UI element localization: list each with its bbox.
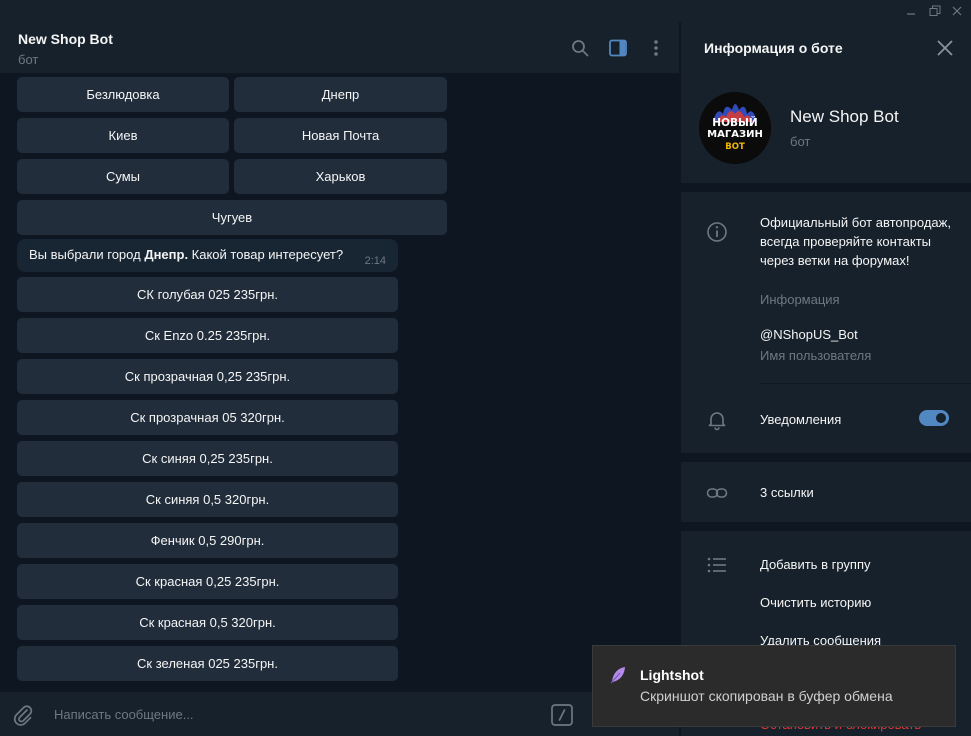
product-button[interactable]: Ск синяя 0,5 320грн. xyxy=(17,482,398,517)
message-text-suffix: Какой товар интересует? xyxy=(188,247,344,262)
chat-header[interactable]: New Shop Bot бот xyxy=(0,22,679,74)
bot-message: Вы выбрали город Днепр. Какой товар инте… xyxy=(17,239,398,272)
avatar-text-1: НОВЫЙ xyxy=(712,116,757,129)
city-button[interactable]: Чугуев xyxy=(17,200,447,235)
bot-username[interactable]: @NShopUS_Bot xyxy=(760,327,858,342)
section-divider xyxy=(681,522,971,531)
notifications-toggle[interactable] xyxy=(919,410,949,426)
bot-info-panel: Информация о боте НОВЫЙ МАГАЗИН BOT New … xyxy=(680,22,971,736)
toast-title: Lightshot xyxy=(640,667,704,683)
chat-status: бот xyxy=(18,52,39,67)
lightshot-notification[interactable]: Lightshot Скриншот скопирован в буфер об… xyxy=(592,645,956,727)
avatar-text-2: МАГАЗИН xyxy=(707,129,763,140)
product-button[interactable]: Фенчик 0,5 290грн. xyxy=(17,523,398,558)
product-button[interactable]: Ск синяя 0,25 235грн. xyxy=(17,441,398,476)
link-icon xyxy=(705,481,729,505)
bot-subtitle: бот xyxy=(790,134,811,149)
avatar[interactable]: НОВЫЙ МАГАЗИН BOT xyxy=(699,92,771,164)
bot-description: Официальный бот автопродаж, всегда прове… xyxy=(760,215,951,268)
list-icon xyxy=(705,553,729,577)
window-titlebar xyxy=(0,0,971,22)
feather-icon xyxy=(608,665,628,685)
section-divider xyxy=(681,453,971,462)
window-close-icon[interactable] xyxy=(943,0,971,22)
clear-history-button[interactable]: Очистить историю xyxy=(760,595,871,610)
attach-icon[interactable] xyxy=(11,703,35,727)
links-row[interactable]: 3 ссылки xyxy=(760,485,814,500)
bot-name: New Shop Bot xyxy=(790,107,899,126)
telegram-window: New Shop Bot бот Безлюдовка Днепр Киев Н… xyxy=(0,0,971,736)
city-button[interactable]: Безлюдовка xyxy=(17,77,229,112)
product-button[interactable]: Ск зеленая 025 235грн. xyxy=(17,646,398,681)
bot-commands-icon[interactable] xyxy=(551,704,573,726)
notifications-label: Уведомления xyxy=(760,412,842,427)
message-composer: Написать сообщение... xyxy=(0,691,679,736)
sidebar-toggle-icon[interactable] xyxy=(606,36,630,60)
city-button[interactable]: Киев xyxy=(17,118,229,153)
message-time: 2:14 xyxy=(364,255,386,267)
message-text-prefix: Вы выбрали город xyxy=(29,247,145,262)
city-button[interactable]: Харьков xyxy=(234,159,447,194)
bell-icon xyxy=(705,408,729,432)
chat-title: New Shop Bot xyxy=(18,31,113,47)
info-icon xyxy=(705,220,729,244)
product-button[interactable]: Ск прозрачная 0,25 235грн. xyxy=(17,359,398,394)
more-menu-icon[interactable] xyxy=(644,36,668,60)
product-button[interactable]: Ск красная 0,5 320грн. xyxy=(17,605,398,640)
product-button[interactable]: СК голубая 025 235грн. xyxy=(17,277,398,312)
description-label: Информация xyxy=(760,292,840,307)
toast-message: Скриншот скопирован в буфер обмена xyxy=(640,688,893,704)
message-city: Днепр. xyxy=(144,247,189,262)
message-input[interactable]: Написать сообщение... xyxy=(54,707,194,722)
city-button[interactable]: Днепр xyxy=(234,77,447,112)
message-list[interactable]: Безлюдовка Днепр Киев Новая Почта Сумы Х… xyxy=(0,74,679,691)
product-button[interactable]: Ск красная 0,25 235грн. xyxy=(17,564,398,599)
city-button[interactable]: Сумы xyxy=(17,159,229,194)
product-button[interactable]: Ск прозрачная 05 320грн. xyxy=(17,400,398,435)
row-divider xyxy=(760,383,971,384)
product-button[interactable]: Ск Enzo 0.25 235грн. xyxy=(17,318,398,353)
add-to-group-button[interactable]: Добавить в группу xyxy=(760,557,871,572)
panel-title: Информация о боте xyxy=(704,40,843,56)
username-label: Имя пользователя xyxy=(760,348,872,363)
search-icon[interactable] xyxy=(568,36,592,60)
close-icon[interactable] xyxy=(935,38,955,58)
section-divider xyxy=(681,183,971,192)
city-button[interactable]: Новая Почта xyxy=(234,118,447,153)
avatar-text-3: BOT xyxy=(725,142,745,152)
